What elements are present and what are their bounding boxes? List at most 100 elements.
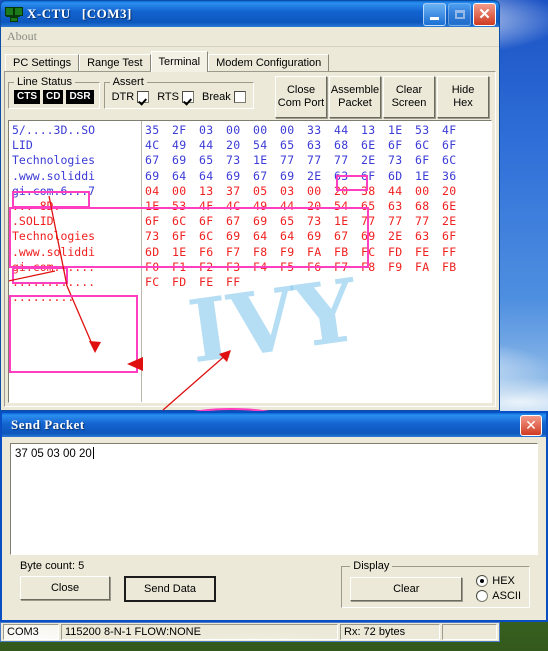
hex-byte: FC [145, 274, 160, 289]
hex-byte: 2E [307, 168, 322, 183]
terminal-hex-pane[interactable]: 35 2F 03 00 00 00 33 44 13 1E 53 4F 4C 49 44 20 54 65 63 68… [142, 121, 491, 402]
hex-byte: 77 [388, 214, 403, 229]
close-button-dialog[interactable]: Close [20, 576, 110, 600]
checkbox-break-box[interactable] [233, 91, 246, 103]
hex-byte: 2E [361, 153, 376, 168]
tab-strip: PC Settings Range Test Terminal Modem Co… [1, 47, 499, 72]
hex-byte: 6D [388, 168, 403, 183]
led-dsr: DSR [66, 90, 94, 104]
radio-ascii-dot[interactable] [476, 590, 489, 602]
clear-screen-line1: Clear [395, 84, 423, 96]
tab-pc-settings[interactable]: PC Settings [5, 54, 80, 71]
hex-byte: FD [172, 274, 187, 289]
title-bar[interactable]: X-CTU [COM3] ✕ [0, 0, 500, 27]
hex-byte: F4 [253, 259, 268, 274]
hex-byte: 38 [361, 183, 376, 198]
hex-byte: 1E [253, 153, 268, 168]
hex-byte: 65 [280, 214, 295, 229]
checkbox-dtr[interactable]: DTR [110, 90, 152, 104]
checkbox-rts[interactable]: RTS [155, 90, 196, 104]
hex-byte: F9 [280, 244, 295, 259]
hex-byte: F1 [172, 259, 187, 274]
hex-byte: 63 [388, 198, 403, 213]
hex-byte: 20 [334, 183, 349, 198]
clear-button[interactable]: Clear [350, 576, 463, 601]
minimize-button[interactable] [423, 3, 446, 26]
dialog-title: Send Packet [11, 417, 85, 432]
hex-byte: FF [442, 244, 457, 259]
hex-byte: 63 [334, 168, 349, 183]
hex-byte: FB [334, 244, 349, 259]
hex-row: 67 69 65 73 1E 77 77 77 2E 73 6F 6C [145, 153, 491, 168]
checkbox-break[interactable]: Break [200, 90, 248, 104]
status-bar: COM3 115200 8-N-1 FLOW:NONE Rx: 72 bytes [0, 622, 500, 642]
clear-screen-button[interactable]: Clear Screen [383, 76, 435, 118]
hex-byte: 6F [145, 214, 160, 229]
hex-byte: 73 [226, 153, 241, 168]
terminal-ascii-pane[interactable]: 5/....3D..SO LID Technologies .www.soliddi g… [9, 121, 142, 402]
ascii-line: LID [12, 138, 33, 153]
ascii-line: Technologies [12, 229, 96, 244]
hex-byte: 63 [415, 229, 430, 244]
hex-byte: 67 [226, 214, 241, 229]
hex-byte: 67 [334, 229, 349, 244]
radio-hex-dot[interactable] [476, 575, 489, 587]
radio-ascii[interactable]: ASCII [476, 590, 521, 602]
checkbox-rts-box[interactable] [182, 91, 194, 103]
menu-item-about[interactable]: About [7, 29, 37, 44]
hex-byte: FF [226, 274, 241, 289]
terminal-controls-row: Line Status CTS CD DSR Assert DTR RTS Br… [5, 72, 495, 120]
radio-hex[interactable]: HEX [476, 575, 521, 587]
hex-row: 6D 1E F6 F7 F8 F9 FA FB FC FD FE FF [145, 245, 491, 260]
hex-row: 4C 49 44 20 54 65 63 68 6E 6F 6C 6F [145, 138, 491, 153]
ascii-line: ......... [12, 290, 75, 305]
hide-hex-button[interactable]: Hide Hex [437, 76, 489, 118]
led-cts: CTS [14, 90, 40, 104]
line-status-legend: Line Status [17, 76, 73, 88]
hex-byte: 4C [145, 138, 160, 153]
hex-byte: 67 [145, 153, 160, 168]
packet-input[interactable]: 37 05 03 00 20 [10, 443, 538, 555]
hex-byte: 54 [334, 198, 349, 213]
hex-byte: 00 [307, 183, 322, 198]
hex-row: 6F 6C 6F 67 69 65 73 1E 77 77 77 2E [145, 214, 491, 229]
tab-range-test[interactable]: Range Test [79, 54, 151, 71]
hex-row: 35 2F 03 00 00 00 33 44 13 1E 53 4F [145, 123, 491, 138]
checkbox-dtr-box[interactable] [137, 91, 150, 103]
hex-byte: 65 [199, 153, 214, 168]
send-data-button[interactable]: Send Data [124, 576, 216, 602]
hex-byte: 6F [361, 168, 376, 183]
tab-terminal[interactable]: Terminal [150, 51, 209, 72]
dialog-title-bar[interactable]: Send Packet ✕ [2, 413, 546, 437]
close-button[interactable]: ✕ [473, 3, 496, 26]
hex-byte: 1E [415, 168, 430, 183]
hex-byte: 65 [361, 198, 376, 213]
hex-byte: 53 [172, 198, 187, 213]
assemble-packet-line2: Packet [338, 97, 372, 109]
hex-row: FC FD FE FF [145, 275, 491, 290]
hex-byte: FE [199, 274, 214, 289]
maximize-button[interactable] [448, 3, 471, 26]
hex-byte: 1E [334, 214, 349, 229]
hex-byte: 77 [415, 214, 430, 229]
hex-byte: 00 [226, 123, 241, 137]
hex-byte: 1E [172, 244, 187, 259]
hex-byte: 77 [307, 153, 322, 168]
assert-controls: DTR RTS Break [110, 90, 248, 104]
window-title: X-CTU [COM3] [27, 6, 132, 21]
hex-byte: 64 [172, 168, 187, 183]
hex-byte: 77 [334, 153, 349, 168]
terminal-panes[interactable]: 5/....3D..SO LID Technologies .www.soliddi g… [8, 120, 492, 403]
status-settings: 115200 8-N-1 FLOW:NONE [61, 624, 338, 640]
tab-modem-configuration[interactable]: Modem Configuration [208, 54, 330, 71]
hex-byte: 2E [442, 214, 457, 229]
assemble-packet-button[interactable]: Assemble Packet [329, 76, 381, 118]
dialog-close-icon[interactable]: ✕ [520, 415, 542, 436]
close-com-port-button[interactable]: Close Com Port [275, 76, 327, 118]
hex-byte: 6F [172, 229, 187, 244]
menu-bar[interactable]: About [1, 27, 499, 47]
hex-byte: 73 [145, 229, 160, 244]
hex-byte: 20 [442, 183, 457, 198]
hex-byte: FB [442, 259, 457, 274]
hex-byte: 6F [415, 153, 430, 168]
